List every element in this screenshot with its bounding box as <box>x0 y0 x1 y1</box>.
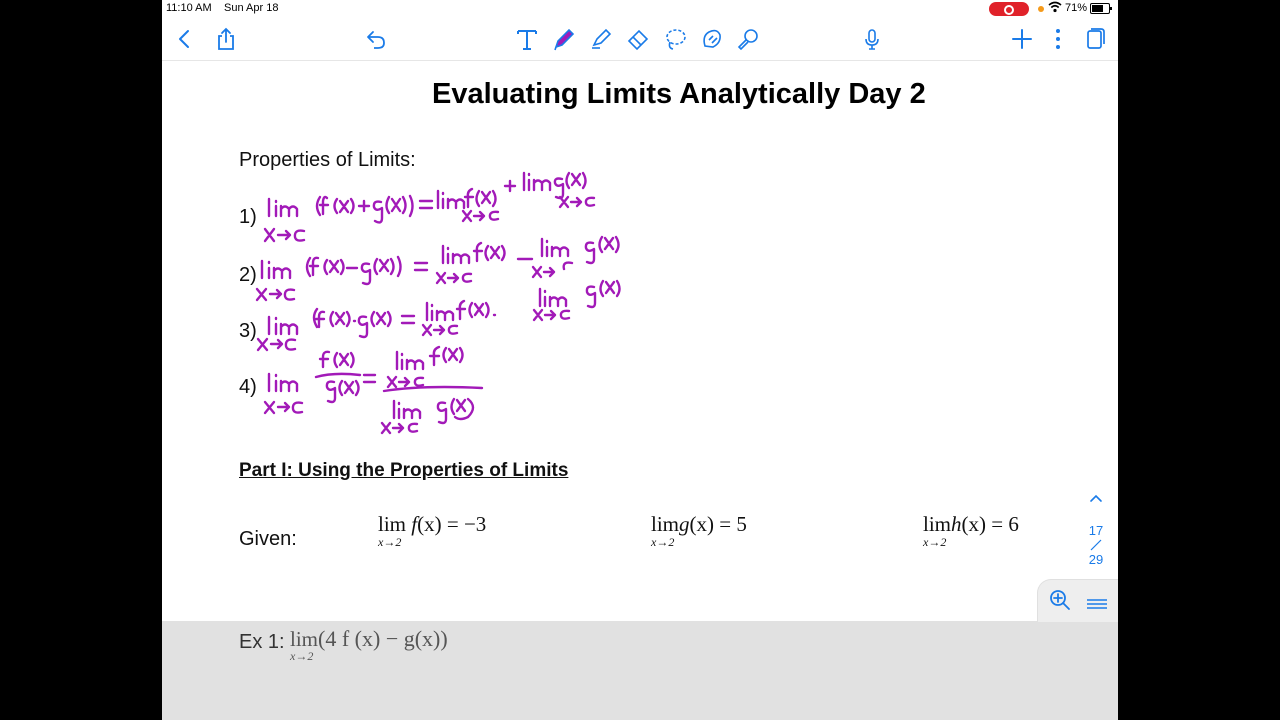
add-icon[interactable] <box>1009 26 1035 52</box>
example-expression: lim x→2 (4 f (x) − g(x)) <box>290 613 448 663</box>
wifi-icon <box>1048 1 1062 16</box>
status-time: 11:10 AM <box>166 2 212 14</box>
function-name: h <box>951 512 962 536</box>
notes-toolbar <box>162 18 1118 61</box>
pages-icon[interactable] <box>1081 26 1107 52</box>
given-label: Given: <box>239 528 297 550</box>
more-icon[interactable] <box>1045 26 1071 52</box>
page-up-chevron-icon[interactable] <box>1082 491 1110 513</box>
lim-text: lim <box>290 627 319 651</box>
laser-pointer-icon[interactable] <box>735 26 761 52</box>
limit-value: = −3 <box>441 512 487 536</box>
function-arg: (x) <box>689 512 715 536</box>
part-heading: Part I: Using the Properties of Limits <box>239 460 569 481</box>
lim-text: lim <box>378 512 407 536</box>
battery-percent: 71% <box>1065 2 1088 14</box>
lim-subscript: x→2 <box>290 649 314 663</box>
function-name: g <box>679 512 690 536</box>
shape-tool-icon[interactable] <box>699 26 725 52</box>
current-page-number: 17 <box>1088 523 1104 538</box>
lasso-icon[interactable] <box>662 26 688 52</box>
text-tool-icon[interactable] <box>514 26 540 52</box>
lim-subscript: x→2 <box>651 535 675 549</box>
highlighter-icon[interactable] <box>588 26 614 52</box>
zoom-icon[interactable] <box>1048 588 1072 612</box>
share-icon[interactable] <box>213 26 239 52</box>
lim-text: lim <box>651 512 680 536</box>
eraser-icon[interactable] <box>625 26 651 52</box>
next-page-preview[interactable]: Ex 1: lim x→2 (4 f (x) − g(x)) <box>162 621 1118 720</box>
example-label: Ex 1: <box>239 631 285 653</box>
status-date: Sun Apr 18 <box>224 2 279 14</box>
menu-lines-icon[interactable] <box>1086 596 1108 609</box>
handwritten-limit-properties <box>255 171 621 435</box>
status-bar: 11:10 AM Sun Apr 18 71% <box>162 0 1118 18</box>
undo-icon[interactable] <box>363 26 389 52</box>
page-divider-icon <box>1082 538 1110 552</box>
limit-value: = 5 <box>714 512 747 536</box>
ipad-screen: 11:10 AM Sun Apr 18 71% Evaluating Limit… <box>162 0 1118 720</box>
lim-subscript: x→2 <box>923 535 947 549</box>
mic-active-dot-icon <box>1038 6 1044 12</box>
zoom-dock <box>1037 579 1118 622</box>
back-chevron-icon[interactable] <box>172 26 198 52</box>
function-arg: (x) <box>961 512 987 536</box>
function-arg: (x) <box>417 512 442 536</box>
given-limit-f: lim x→2 f(x) = −3 <box>378 512 487 549</box>
given-limit-h: lim x→2 h(x) = 6 <box>923 512 1019 549</box>
expression-body: (4 f (x) − g(x)) <box>318 626 448 651</box>
given-limit-g: lim x→2 g(x) = 5 <box>651 512 747 549</box>
pen-icon[interactable] <box>551 26 577 52</box>
lim-subscript: x→2 <box>378 535 402 549</box>
total-pages-number: 29 <box>1088 552 1104 567</box>
note-page[interactable]: Evaluating Limits Analytically Day 2 Pro… <box>162 61 1118 621</box>
lim-text: lim <box>923 512 952 536</box>
battery-icon <box>1090 3 1112 14</box>
screen-recording-icon <box>989 2 1029 16</box>
limit-value: = 6 <box>986 512 1019 536</box>
microphone-icon[interactable] <box>859 26 885 52</box>
